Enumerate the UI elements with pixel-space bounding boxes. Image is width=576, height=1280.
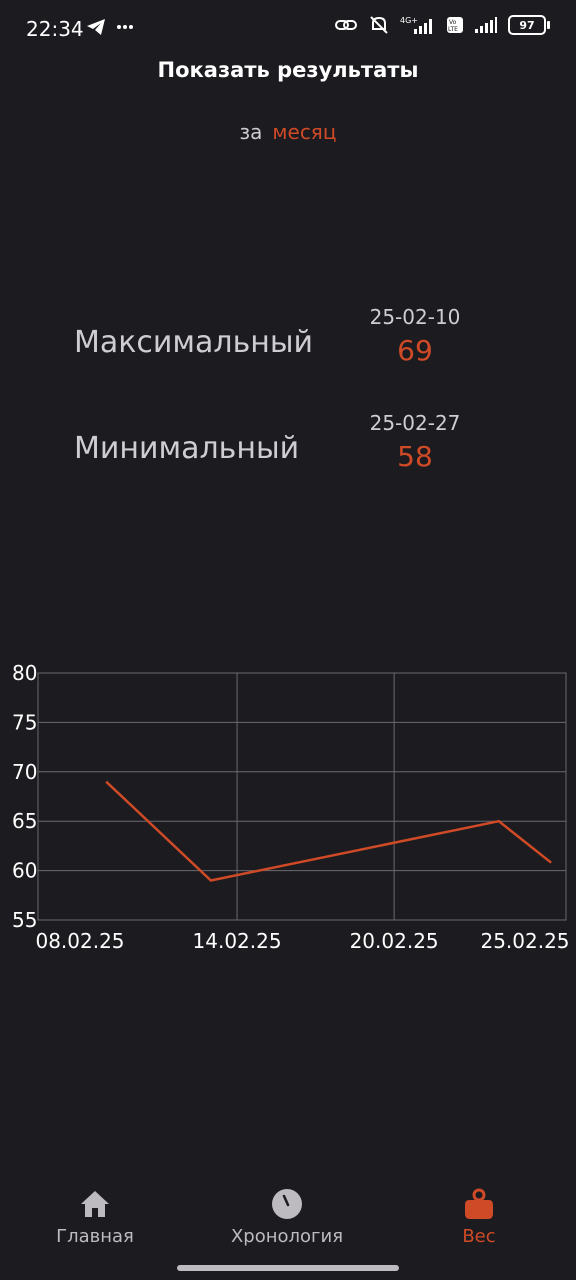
nav-label-history: Хронология — [230, 1226, 344, 1247]
nav-label-home: Главная — [56, 1226, 134, 1247]
period-dropdown[interactable]: месяц — [272, 120, 336, 144]
signal-icon — [475, 17, 497, 33]
weight-icon — [465, 1188, 493, 1219]
volte-icon: Vo LTE — [447, 17, 463, 33]
min-label: Минимальный — [74, 431, 300, 466]
svg-text:Vo: Vo — [449, 19, 457, 26]
min-date: 25-02-27 — [369, 411, 461, 435]
chart-ytick-label: 55 — [12, 908, 37, 932]
max-label: Максимальный — [74, 325, 314, 360]
home-icon — [81, 1191, 109, 1217]
period-prefix: за — [239, 120, 263, 144]
chart-xtick-label: 20.02.25 — [350, 929, 439, 953]
home-indicator — [177, 1265, 399, 1271]
battery-icon: 97 — [508, 15, 550, 35]
battery-level: 97 — [519, 18, 535, 32]
signal-4g-icon: 4G+ — [400, 16, 432, 34]
chart-series-line — [105, 780, 552, 882]
max-date: 25-02-10 — [369, 305, 461, 329]
chart-frame — [37, 672, 567, 921]
chart-xtick-label: 08.02.25 — [35, 929, 124, 953]
chart-xtick-label: 25.02.25 — [480, 929, 569, 953]
more-icon — [117, 25, 133, 29]
telegram-icon — [87, 19, 105, 35]
status-time: 22:34 — [26, 17, 84, 41]
chart-ytick-label: 80 — [12, 661, 37, 685]
nav-label-weight: Вес — [462, 1226, 496, 1247]
nav-item-weight[interactable]: Вес — [384, 1186, 574, 1247]
chart-ytick-label: 70 — [12, 760, 37, 784]
chart-ytick-label: 60 — [12, 859, 37, 883]
chart-ytick-label: 75 — [12, 710, 37, 734]
link-icon — [335, 20, 357, 30]
max-value: 69 — [397, 334, 433, 367]
min-value: 58 — [397, 440, 433, 473]
nav-item-home[interactable]: Главная — [0, 1186, 190, 1247]
chart-ytick-label: 65 — [12, 809, 37, 833]
period-selector: за месяц — [0, 120, 576, 144]
weight-chart: 80 75 70 65 60 55 08.02.25 14.02.25 20.02.25 25.… — [12, 661, 570, 953]
page-title: Показать результаты — [157, 58, 419, 82]
svg-text:4G+: 4G+ — [400, 16, 418, 25]
status-bar: 22:34 4G+ Vo LTE 97 — [0, 0, 576, 60]
chart-xtick-label: 14.02.25 — [193, 929, 282, 953]
nav-item-history[interactable]: Хронология — [192, 1186, 382, 1247]
svg-text:LTE: LTE — [448, 26, 458, 33]
clock-icon — [272, 1189, 302, 1219]
mute-icon — [370, 16, 388, 34]
